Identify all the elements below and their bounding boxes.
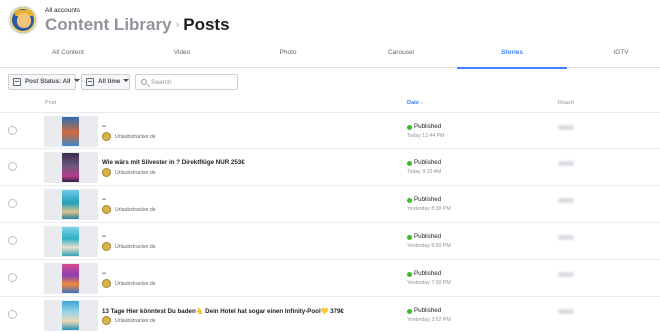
reach-value-blurred: [558, 198, 574, 203]
status-dot: [407, 198, 412, 203]
status-dot: [407, 309, 412, 314]
post-thumbnail[interactable]: [44, 152, 98, 183]
chevron-down-icon: [123, 79, 130, 82]
post-title[interactable]: 13 Tage Hier könntest Du baden👆 Dein Hot…: [102, 307, 344, 315]
publish-time: Yesterday 7:30 PM: [407, 280, 451, 286]
breadcrumb-content-library[interactable]: Content Library: [45, 15, 172, 34]
account-icon: [102, 279, 111, 288]
chevron-down-icon: [73, 79, 80, 82]
post-thumbnail[interactable]: [44, 300, 98, 331]
status-dot: [407, 125, 412, 130]
status-dot: [407, 161, 412, 166]
table-row[interactable]: -- Urlaubstracker.de Published Yesterday…: [0, 259, 660, 295]
status-badge: Published: [414, 196, 442, 203]
column-header-post[interactable]: Post: [45, 100, 56, 106]
post-title[interactable]: --: [102, 233, 106, 240]
tab-igtv[interactable]: IGTV: [566, 44, 660, 68]
table-row[interactable]: -- Urlaubstracker.de Published Today 12:…: [0, 112, 660, 148]
post-thumbnail[interactable]: [44, 226, 98, 257]
account-name: Urlaubstracker.de: [115, 318, 156, 324]
post-thumbnail[interactable]: [44, 263, 98, 294]
row-select-radio[interactable]: [8, 126, 17, 135]
time-range-dropdown[interactable]: All time: [81, 74, 130, 90]
status-dot: [407, 235, 412, 240]
calendar-icon: [86, 78, 94, 86]
post-title[interactable]: Wie wärs mit Silvester in ? Direktflüge …: [102, 159, 245, 166]
account-icon: [102, 316, 111, 325]
table-row[interactable]: -- Urlaubstracker.de Published Yesterday…: [0, 222, 660, 258]
status-badge: Published: [414, 123, 442, 130]
account-icon: [102, 205, 111, 214]
publish-time: Today 12:44 PM: [407, 133, 445, 139]
story-preview: [62, 117, 79, 146]
account-icon: [102, 242, 111, 251]
time-range-label: All time: [98, 78, 121, 85]
table-row[interactable]: -- Urlaubstracker.de Published Yesterday…: [0, 185, 660, 221]
story-preview: [62, 227, 79, 256]
account-name: Urlaubstracker.de: [115, 281, 156, 287]
account-name: Urlaubstracker.de: [115, 207, 156, 213]
tab-carousel[interactable]: Carousel: [346, 44, 456, 68]
account-icon: [102, 168, 111, 177]
story-preview: [62, 264, 79, 293]
post-status-value: All: [62, 78, 71, 85]
tab-video[interactable]: Video: [127, 44, 237, 68]
post-status-label: Post Status:: [25, 78, 62, 85]
account-name: Urlaubstracker.de: [115, 244, 156, 250]
breadcrumb-separator: ›: [175, 19, 180, 31]
page-title: Posts: [183, 15, 230, 34]
reach-value-blurred: [558, 272, 574, 277]
post-thumbnail[interactable]: [44, 116, 98, 147]
story-preview: [62, 190, 79, 219]
publish-time: Yesterday 8:00 PM: [407, 243, 451, 249]
tab-all-content[interactable]: All Content: [13, 44, 123, 68]
publish-time: Yesterday 8:38 PM: [407, 206, 451, 212]
row-select-radio[interactable]: [8, 310, 17, 319]
tab-stories[interactable]: Stories: [457, 44, 567, 69]
reach-value-blurred: [558, 235, 574, 240]
status-badge: Published: [414, 233, 442, 240]
account-icon: [102, 132, 111, 141]
page-header: All accounts Content Library › Posts: [0, 0, 660, 44]
search-box: [135, 74, 238, 90]
avatar-face: [17, 13, 31, 28]
breadcrumb: Content Library › Posts: [45, 15, 230, 35]
search-icon: [141, 79, 147, 85]
post-title[interactable]: --: [102, 270, 106, 277]
account-name: Urlaubstracker.de: [115, 170, 156, 176]
tab-photo[interactable]: Photo: [233, 44, 343, 68]
row-select-radio[interactable]: [8, 199, 17, 208]
status-badge: Published: [414, 270, 442, 277]
row-select-radio[interactable]: [8, 273, 17, 282]
status-dot: [407, 272, 412, 277]
reach-value-blurred: [558, 161, 574, 166]
publish-time: Today 9:10 AM: [407, 169, 442, 175]
table-row[interactable]: 13 Tage Hier könntest Du baden👆 Dein Hot…: [0, 296, 660, 332]
search-input[interactable]: [151, 76, 235, 88]
account-avatar[interactable]: [8, 5, 38, 35]
list-icon: [13, 78, 21, 86]
content-type-tabs: All Content Video Photo Carousel Stories…: [0, 44, 660, 69]
reach-value-blurred: [558, 125, 574, 130]
table-row[interactable]: Wie wärs mit Silvester in ? Direktflüge …: [0, 148, 660, 184]
story-preview: [62, 153, 79, 182]
row-select-radio[interactable]: [8, 236, 17, 245]
publish-time: Yesterday 3:52 PM: [407, 317, 451, 323]
post-status-dropdown[interactable]: Post Status: All: [8, 74, 80, 90]
account-name: Urlaubstracker.de: [115, 134, 156, 140]
post-title[interactable]: --: [102, 123, 106, 130]
row-select-radio[interactable]: [8, 162, 17, 171]
column-header-reach[interactable]: Reach: [558, 100, 574, 106]
status-badge: Published: [414, 159, 442, 166]
all-accounts-link[interactable]: All accounts: [45, 7, 80, 14]
column-header-date[interactable]: Date ↓: [407, 100, 423, 106]
post-thumbnail[interactable]: [44, 189, 98, 220]
post-title[interactable]: --: [102, 196, 106, 203]
story-preview: [62, 301, 79, 330]
reach-value-blurred: [558, 309, 574, 314]
status-badge: Published: [414, 307, 442, 314]
